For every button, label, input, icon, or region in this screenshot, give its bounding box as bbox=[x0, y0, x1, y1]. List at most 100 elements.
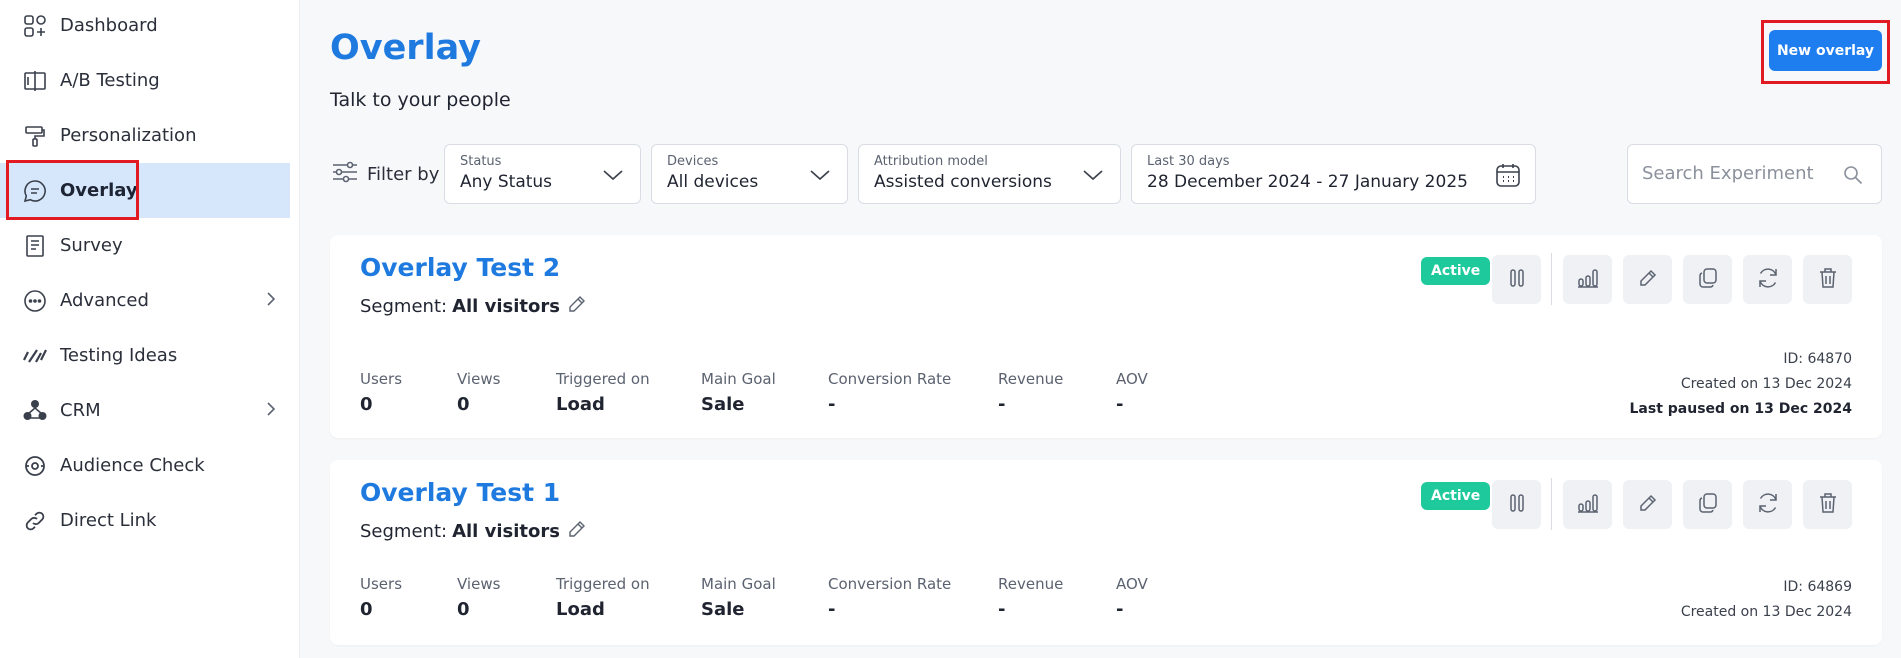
duplicate-button[interactable] bbox=[1683, 255, 1732, 304]
audience-check-icon bbox=[22, 453, 48, 479]
sidebar-item-crm[interactable]: CRM bbox=[0, 383, 290, 438]
stat-value: Sale bbox=[701, 394, 745, 415]
search-experiment-box[interactable] bbox=[1627, 144, 1882, 204]
testing-ideas-icon bbox=[22, 343, 48, 369]
pause-icon bbox=[1509, 268, 1525, 292]
experiment-meta: ID: 64869 Created on 13 Dec 2024 bbox=[1681, 575, 1852, 625]
stat-label: Triggered on bbox=[556, 370, 650, 388]
ab-testing-icon bbox=[22, 68, 48, 94]
stat-label: AOV bbox=[1116, 575, 1148, 593]
crm-icon bbox=[22, 398, 48, 424]
stat-users: Users 0 bbox=[360, 575, 402, 620]
pause-button[interactable] bbox=[1492, 255, 1541, 304]
segment-value: All visitors bbox=[452, 296, 560, 317]
sidebar-item-label: Audience Check bbox=[60, 455, 205, 476]
pencil-icon[interactable] bbox=[568, 520, 586, 543]
attribution-filter-label: Attribution model bbox=[874, 154, 988, 169]
link-icon bbox=[22, 508, 48, 534]
created-date: Created on 13 Dec 2024 bbox=[1680, 376, 1852, 392]
sidebar-item-testing-ideas[interactable]: Testing Ideas bbox=[0, 328, 290, 383]
stat-value: - bbox=[998, 599, 1006, 620]
chevron-down-icon bbox=[809, 167, 831, 186]
delete-button[interactable] bbox=[1803, 255, 1852, 304]
stat-conversion-rate: Conversion Rate - bbox=[828, 370, 951, 415]
experiment-id: ID: 64870 bbox=[1783, 351, 1852, 367]
stat-label: Views bbox=[457, 575, 501, 593]
stat-label: Users bbox=[360, 370, 403, 388]
stat-value: Load bbox=[556, 599, 605, 620]
date-range-value: 28 December 2024 - 27 January 2025 bbox=[1147, 172, 1468, 192]
sidebar-item-label: CRM bbox=[60, 400, 101, 421]
stat-label: Main Goal bbox=[701, 370, 776, 388]
stat-main-goal: Main Goal Sale bbox=[701, 370, 776, 415]
edit-button[interactable] bbox=[1623, 480, 1672, 529]
stat-aov: AOV - bbox=[1116, 575, 1148, 620]
sidebar-item-survey[interactable]: Survey bbox=[0, 218, 290, 273]
duplicate-button[interactable] bbox=[1683, 480, 1732, 529]
refresh-button[interactable] bbox=[1743, 255, 1792, 304]
stat-label: Users bbox=[360, 575, 403, 593]
sidebar-item-overlay[interactable]: Overlay bbox=[0, 163, 290, 218]
status-badge: Active bbox=[1421, 257, 1491, 285]
search-icon[interactable] bbox=[1843, 165, 1863, 189]
chevron-right-icon bbox=[264, 291, 278, 311]
stat-label: Revenue bbox=[998, 370, 1064, 388]
experiment-card: Overlay Test 1 Segment: All visitors Act… bbox=[330, 460, 1882, 645]
overlay-chat-icon bbox=[22, 178, 48, 204]
refresh-icon bbox=[1756, 491, 1780, 519]
edit-button[interactable] bbox=[1623, 255, 1672, 304]
sidebar-item-label: Personalization bbox=[60, 125, 197, 146]
experiment-card: Overlay Test 2 Segment: All visitors Act… bbox=[330, 235, 1882, 438]
paint-roller-icon bbox=[22, 123, 48, 149]
delete-button[interactable] bbox=[1803, 480, 1852, 529]
stat-value: - bbox=[1116, 599, 1124, 620]
created-date: Created on 13 Dec 2024 bbox=[1680, 604, 1852, 620]
stat-value: Load bbox=[556, 394, 605, 415]
pencil-icon bbox=[1638, 268, 1658, 292]
survey-icon bbox=[22, 233, 48, 259]
pencil-icon bbox=[1638, 493, 1658, 517]
dashboard-icon bbox=[22, 13, 48, 39]
segment-label: Segment: bbox=[360, 521, 448, 542]
filter-by-label: Filter by bbox=[367, 163, 440, 185]
sidebar-item-ab-testing[interactable]: A/B Testing bbox=[0, 53, 290, 108]
attribution-model-filter[interactable]: Attribution model Assisted conversions bbox=[858, 144, 1121, 204]
more-dots-icon bbox=[22, 288, 48, 314]
devices-filter[interactable]: Devices All devices bbox=[651, 144, 848, 204]
experiment-meta: ID: 64870 Created on 13 Dec 2024 Last pa… bbox=[1630, 347, 1853, 422]
stat-views: Views 0 bbox=[457, 370, 500, 415]
status-filter[interactable]: Status Any Status bbox=[444, 144, 641, 204]
experiment-title[interactable]: Overlay Test 1 bbox=[360, 478, 560, 507]
stat-triggered-on: Triggered on Load bbox=[556, 575, 650, 620]
sidebar-item-dashboard[interactable]: Dashboard bbox=[0, 0, 290, 53]
sidebar-item-audience-check[interactable]: Audience Check bbox=[0, 438, 290, 493]
copy-icon bbox=[1698, 267, 1718, 293]
segment: Segment: All visitors bbox=[360, 295, 586, 318]
sidebar-item-personalization[interactable]: Personalization bbox=[0, 108, 290, 163]
divider bbox=[1551, 253, 1552, 305]
sliders-icon bbox=[331, 160, 359, 188]
sidebar-item-direct-link[interactable]: Direct Link bbox=[0, 493, 290, 548]
new-overlay-button[interactable]: New overlay bbox=[1769, 30, 1882, 71]
chevron-right-icon bbox=[264, 401, 278, 421]
chevron-down-icon bbox=[1082, 167, 1104, 186]
segment-label: Segment: bbox=[360, 296, 448, 317]
sidebar-item-advanced[interactable]: Advanced bbox=[0, 273, 290, 328]
pencil-icon[interactable] bbox=[568, 295, 586, 318]
search-experiment-input[interactable] bbox=[1642, 163, 1832, 184]
refresh-button[interactable] bbox=[1743, 480, 1792, 529]
stat-value: - bbox=[998, 394, 1006, 415]
date-range-label: Last 30 days bbox=[1147, 154, 1230, 169]
stat-revenue: Revenue - bbox=[998, 370, 1063, 415]
pause-button[interactable] bbox=[1492, 480, 1541, 529]
bar-chart-icon bbox=[1577, 493, 1599, 517]
stats-button[interactable] bbox=[1563, 480, 1612, 529]
experiment-id: ID: 64869 bbox=[1783, 579, 1852, 595]
last-paused-date: Last paused on 13 Dec 2024 bbox=[1629, 401, 1853, 417]
stats-button[interactable] bbox=[1563, 255, 1612, 304]
stat-value: - bbox=[828, 394, 836, 415]
chevron-down-icon bbox=[602, 167, 624, 186]
date-range-filter[interactable]: Last 30 days 28 December 2024 - 27 Janua… bbox=[1131, 144, 1536, 204]
stat-conversion-rate: Conversion Rate - bbox=[828, 575, 951, 620]
experiment-title[interactable]: Overlay Test 2 bbox=[360, 253, 560, 282]
